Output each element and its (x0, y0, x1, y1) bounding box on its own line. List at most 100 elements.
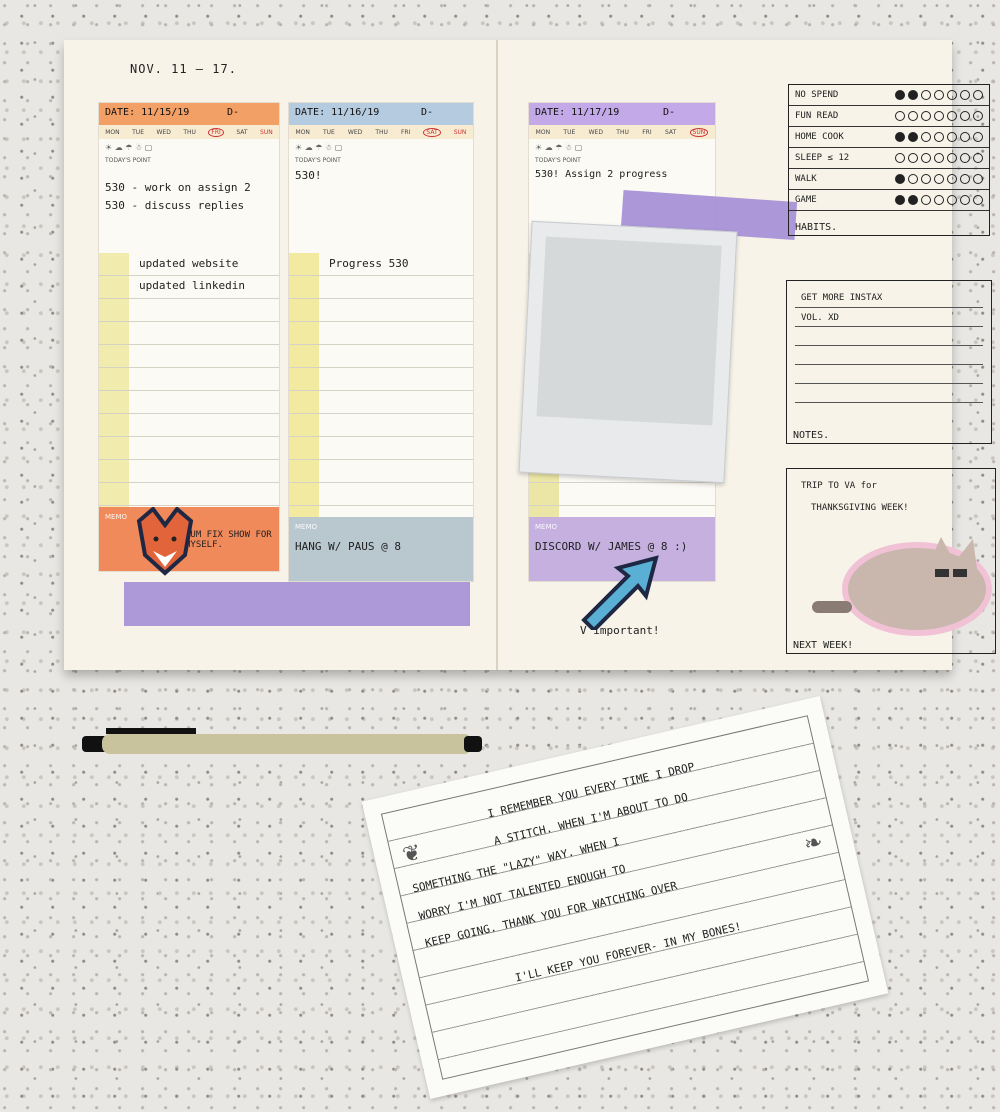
todays-point-label: TODAY'S POINT (535, 157, 581, 164)
day2-task-lines (289, 253, 473, 533)
habit-name: WALK (795, 174, 817, 184)
notes-label: NOTES. (793, 430, 830, 441)
weekday-tue: TUE (132, 128, 144, 136)
day1-task-1: updated website (139, 257, 239, 270)
day3-weekdays: MON TUE WED THU FRI SAT SUN (529, 125, 715, 139)
weekday-sun: SUN (453, 128, 467, 136)
habit-row: FUN READ (789, 106, 989, 127)
habit-dot (934, 195, 944, 205)
pen-icon (82, 728, 482, 754)
habit-dot (960, 195, 970, 205)
planner-left-page: NOV. 11 — 17. DATE: 11/15/19 D- MON TUE W… (64, 40, 498, 670)
habit-dot (947, 174, 957, 184)
day1-date: DATE: 11/15/19 (105, 107, 190, 118)
habit-dot (921, 132, 931, 142)
weekday-fri: FRI (642, 128, 652, 136)
day2-task-1: Progress 530 (329, 257, 409, 270)
habit-dot (921, 174, 931, 184)
weekday-sat: SAT (236, 128, 248, 136)
weekday-wed: WED (588, 128, 603, 136)
habit-dot (895, 174, 905, 184)
weekday-mon: MON (105, 128, 120, 136)
habit-dot (908, 132, 918, 142)
habit-dots (895, 153, 983, 163)
weekday-thu: THU (183, 128, 196, 136)
habit-dot (960, 153, 970, 163)
habit-dot (921, 111, 931, 121)
day2-memo: MEMO HANG W/ PAUS @ 8 (289, 517, 473, 581)
weekday-wed: WED (156, 128, 171, 136)
day-column-1: DATE: 11/15/19 D- MON TUE WED THU FRI SAT S… (98, 102, 280, 576)
day1-d-label: D- (226, 107, 239, 118)
habit-name: SLEEP ≤ 12 (795, 153, 850, 163)
habits-label: HABITS. (795, 222, 838, 233)
notes-line-2: VOL. XD (801, 313, 839, 323)
habit-dot (921, 90, 931, 100)
weather-icons: ☀ ☁ ☂ ☃ ▢ (295, 143, 343, 152)
habit-dot (960, 90, 970, 100)
habit-dots (895, 90, 983, 100)
habit-dot (934, 132, 944, 142)
habit-dot (908, 153, 918, 163)
day3-date: DATE: 11/17/19 (535, 107, 620, 118)
habit-dot (908, 111, 918, 121)
habit-dot (895, 90, 905, 100)
habit-dot (934, 90, 944, 100)
habit-dot (960, 111, 970, 121)
habit-dot (895, 195, 905, 205)
memo-label: MEMO (105, 513, 128, 521)
weather-icons: ☀ ☁ ☂ ☃ ▢ (535, 143, 583, 152)
weekday-thu: THU (616, 128, 629, 136)
weekday-sun: SUN (260, 128, 273, 136)
planner-book: NOV. 11 — 17. DATE: 11/15/19 D- MON TUE W… (64, 40, 996, 670)
weekday-mon: MON (295, 128, 310, 136)
next-week-line-1: TRIP TO VA for (801, 481, 877, 491)
habit-dot (960, 132, 970, 142)
next-week-line-2: THANKSGIVING WEEK! (811, 503, 909, 513)
habit-dots (895, 132, 983, 142)
day2-d-label: D- (420, 107, 433, 118)
day3-date-bar: DATE: 11/17/19 D- (529, 103, 715, 125)
habit-dot (934, 153, 944, 163)
habit-dot (947, 111, 957, 121)
habit-dot (960, 174, 970, 184)
habit-dot (947, 90, 957, 100)
habit-name: GAME (795, 195, 817, 205)
pusheen-cat-sticker-icon (812, 537, 992, 636)
day3-point-1: 530! Assign 2 progress (535, 169, 668, 180)
weekday-thu: THU (375, 128, 388, 136)
weekday-tue: TUE (563, 128, 576, 136)
day3-d-label: D- (662, 107, 675, 118)
habit-dot (895, 111, 905, 121)
day1-weekdays: MON TUE WED THU FRI SAT SUN (99, 125, 279, 139)
notes-box: GET MORE INSTAX VOL. XD NOTES. (786, 280, 992, 444)
day1-task-2: updated linkedin (139, 279, 245, 292)
weekday-fri: FRI (400, 128, 411, 136)
habit-dot (973, 174, 983, 184)
todays-point-label: TODAY'S POINT (105, 157, 151, 164)
day2-date: DATE: 11/16/19 (295, 107, 380, 118)
notes-lines (795, 289, 983, 419)
habit-dot (895, 153, 905, 163)
habit-dot (908, 174, 918, 184)
weekday-mon: MON (535, 128, 551, 136)
habit-name: FUN READ (795, 111, 839, 121)
day2-memo-text: HANG W/ PAUS @ 8 (295, 540, 401, 553)
habit-dots (895, 174, 983, 184)
habit-dot (908, 90, 918, 100)
habit-dot (934, 111, 944, 121)
weekday-sat: SAT (664, 128, 677, 136)
weekday-fri-highlighted: FRI (208, 127, 224, 137)
habit-name: NO SPEND (795, 90, 839, 100)
habit-row: SLEEP ≤ 12 (789, 148, 989, 169)
day1-task-lines (99, 253, 279, 533)
weekday-tue: TUE (322, 128, 335, 136)
weekday-sat-highlighted: SAT (423, 127, 441, 137)
week-label: NOV. 11 — 17. (130, 62, 237, 76)
habit-dot (921, 153, 931, 163)
day1-point-2: 530 - discuss replies (105, 199, 245, 212)
habit-dot (973, 153, 983, 163)
fox-sticker-icon (136, 507, 194, 576)
habit-dot (973, 195, 983, 205)
habit-dot (947, 132, 957, 142)
